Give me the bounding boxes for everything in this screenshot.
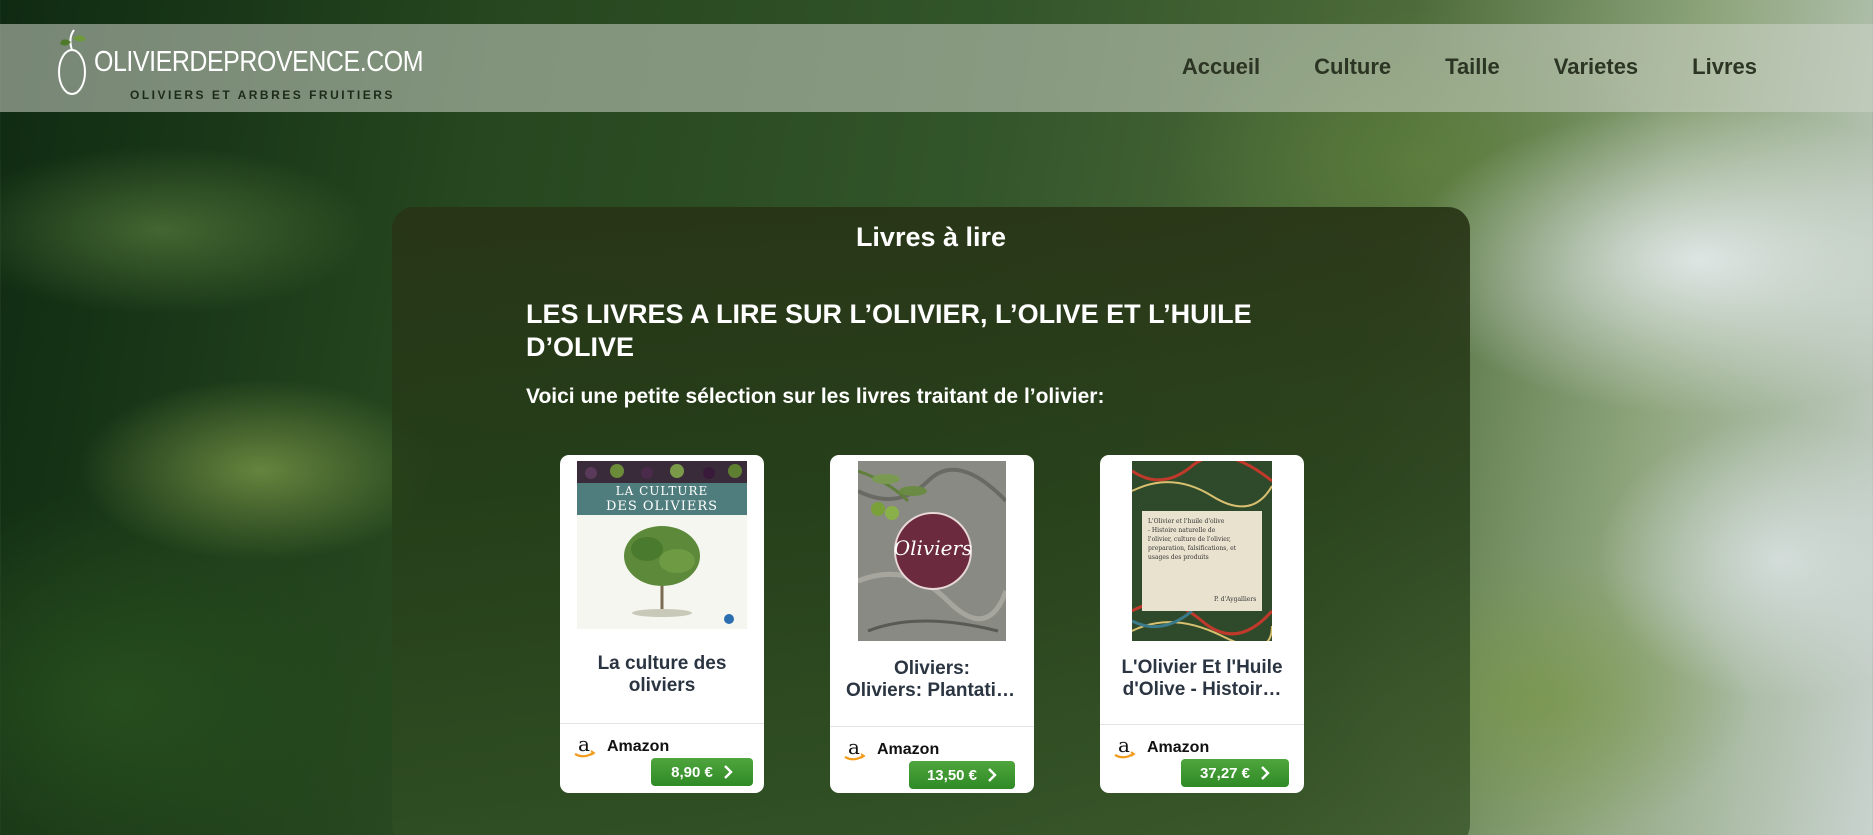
cover-title: Oliviers <box>894 536 973 560</box>
store-label: Amazon <box>877 741 940 758</box>
chevron-right-icon <box>1261 766 1270 780</box>
chevron-right-icon <box>724 765 733 779</box>
page-title: Livres à lire <box>855 222 1007 252</box>
store-label: Amazon <box>607 738 670 755</box>
card-divider <box>1100 724 1304 725</box>
book-title-line1[interactable]: Oliviers: <box>830 658 1034 680</box>
olive-logo-icon <box>58 29 86 95</box>
cover-text-line: L'Olivier et l'huile d'olive <box>1148 518 1225 525</box>
cover-title-line1: LA CULTURE <box>616 484 709 498</box>
book-cover-image[interactable]: LA CULTURE DES OLIVIERS <box>577 461 747 629</box>
intro-text: Voici une petite sélection sur les livre… <box>526 385 1105 408</box>
logo-text: OLIVIERDEPROVENCE.COM <box>94 46 424 78</box>
book-title-line2[interactable]: Oliviers: Plantation -… <box>830 680 1034 702</box>
book-card[interactable]: Oliviers Oliviers: Oliviers: Plantation … <box>830 455 1034 793</box>
card-divider <box>560 723 764 724</box>
store-label: Amazon <box>1147 739 1210 756</box>
cover-text-line: usages des produits <box>1148 554 1209 561</box>
svg-text:a: a <box>1118 736 1130 757</box>
amazon-icon: a <box>574 735 596 758</box>
price-text: 8,90 € <box>671 763 713 781</box>
price-button[interactable]: 37,27 € <box>1181 759 1289 787</box>
nav-accueil[interactable]: Accueil <box>1182 54 1260 80</box>
nav-varietes[interactable]: Varietes <box>1554 54 1638 80</box>
cover-text-line: l'olivier, culture de l'olivier, <box>1148 536 1231 543</box>
chevron-right-icon <box>988 768 997 782</box>
price-button[interactable]: 8,90 € <box>651 758 753 786</box>
book-card[interactable]: LA CULTURE DES OLIVIERS La culture des o… <box>560 455 764 793</box>
nav-livres[interactable]: Livres <box>1692 54 1757 80</box>
nav-culture[interactable]: Culture <box>1314 54 1391 80</box>
book-cover-image[interactable]: L'Olivier et l'huile d'olive - Histoire … <box>1132 461 1272 641</box>
book-cover-image[interactable]: Oliviers <box>858 461 1006 641</box>
site-header: OLIVIERDEPROVENCE.COM OLIVIERS ET ARBRES… <box>0 24 1873 112</box>
cover-author: P. d'Aygalliers <box>1214 596 1256 603</box>
logo-subtitle: OLIVIERS ET ARBRES FRUITIERS <box>130 88 395 102</box>
nav-taille[interactable]: Taille <box>1445 54 1500 80</box>
svg-text:a: a <box>578 735 590 756</box>
cover-text-line: - Histoire naturelle de <box>1148 527 1216 534</box>
cover-text-line: preparation, falsifications, et <box>1148 545 1237 552</box>
book-title-line2[interactable]: d'Olive - Histoir… <box>1100 679 1304 701</box>
amazon-icon: a <box>844 738 866 761</box>
cover-title-line2: DES OLIVIERS <box>606 499 718 514</box>
card-divider <box>830 726 1034 727</box>
main-heading: LES LIVRES A LIRE SUR L’OLIVIER, L’OLIVE… <box>526 299 1252 362</box>
price-text: 13,50 € <box>926 766 978 784</box>
book-title[interactable]: La culture des oliviers <box>560 653 764 697</box>
book-title-line1[interactable]: L'Olivier Et l'Huile <box>1100 657 1304 679</box>
svg-text:a: a <box>848 738 860 759</box>
amazon-icon: a <box>1114 736 1136 759</box>
price-text: 37,27 € <box>1199 764 1251 782</box>
main-nav: Accueil Culture Taille Varietes Livres <box>1182 54 1757 80</box>
price-button[interactable]: 13,50 € <box>909 761 1015 789</box>
book-card[interactable]: L'Olivier et l'huile d'olive - Histoire … <box>1100 455 1304 793</box>
